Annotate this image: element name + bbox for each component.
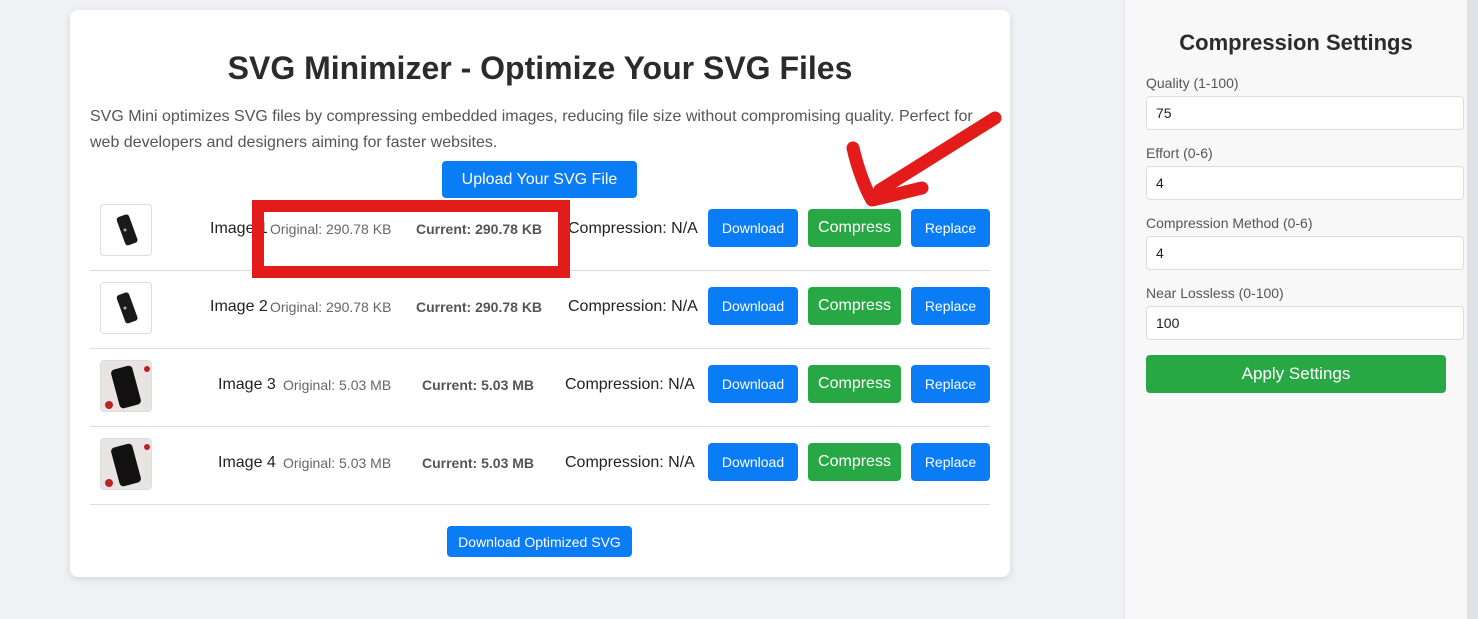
current-size: Current: 5.03 MB — [422, 377, 535, 393]
compress-button[interactable]: Compress — [808, 287, 901, 325]
setting-label: Effort (0-6) — [1146, 145, 1213, 161]
image-name: Image 3 — [218, 376, 276, 393]
image-row: Image 4 Original: 5.03 MB Current: 5.03 … — [90, 427, 990, 505]
image-row: Image 3 Original: 5.03 MB Current: 5.03 … — [90, 349, 990, 427]
setting-input[interactable] — [1146, 306, 1464, 340]
original-size: Original: 5.03 MB — [283, 377, 392, 393]
current-size: Current: 5.03 MB — [422, 455, 535, 471]
compression-status: Compression: N/A — [568, 298, 698, 315]
compression-status: Compression: N/A — [568, 220, 698, 237]
original-size: Original: 290.78 KB — [270, 299, 392, 315]
image-name: Image 2 — [210, 298, 268, 315]
phone-photo — [100, 360, 152, 412]
apply-settings-button[interactable]: Apply Settings — [1146, 355, 1446, 393]
replace-button[interactable]: Replace — [911, 443, 990, 481]
image-row: Image 1 Original: 290.78 KB Current: 290… — [90, 193, 990, 271]
setting-label: Quality (1-100) — [1146, 75, 1239, 91]
replace-button[interactable]: Replace — [911, 209, 990, 247]
compress-button[interactable]: Compress — [808, 443, 901, 481]
compression-status: Compression: N/A — [565, 454, 695, 471]
download-button[interactable]: Download — [708, 287, 798, 325]
description: SVG Mini optimizes SVG files by compress… — [90, 108, 973, 151]
original-size: Original: 290.78 KB — [270, 221, 392, 237]
settings-title: Compression Settings — [1179, 30, 1413, 55]
scrollbar[interactable] — [1467, 0, 1478, 619]
phone-photo — [100, 438, 152, 490]
phone-case-icon — [100, 282, 152, 334]
download-button[interactable]: Download — [708, 443, 798, 481]
image-name: Image 4 — [218, 454, 276, 471]
settings-sidebar: Compression Settings Quality (1-100) Eff… — [1124, 0, 1478, 619]
current-size: Current: 290.78 KB — [416, 221, 543, 237]
page-title: SVG Minimizer - Optimize Your SVG Files — [227, 50, 853, 86]
replace-button[interactable]: Replace — [911, 365, 990, 403]
main-card: SVG Minimizer - Optimize Your SVG Files … — [70, 10, 1010, 577]
replace-button[interactable]: Replace — [911, 287, 990, 325]
download-button[interactable]: Download — [708, 209, 798, 247]
download-button[interactable]: Download — [708, 365, 798, 403]
setting-input[interactable] — [1146, 96, 1464, 130]
download-optimized-svg-button[interactable]: Download Optimized SVG — [447, 526, 632, 557]
setting-label: Near Lossless (0-100) — [1146, 285, 1284, 301]
compress-button[interactable]: Compress — [808, 209, 901, 247]
image-row: Image 2 Original: 290.78 KB Current: 290… — [90, 271, 990, 349]
image-name: Image 1 — [210, 220, 268, 237]
current-size: Current: 290.78 KB — [416, 299, 543, 315]
setting-input[interactable] — [1146, 166, 1464, 200]
compression-status: Compression: N/A — [565, 376, 695, 393]
setting-input[interactable] — [1146, 236, 1464, 270]
original-size: Original: 5.03 MB — [283, 455, 392, 471]
compress-button[interactable]: Compress — [808, 365, 901, 403]
phone-case-icon — [100, 204, 152, 256]
setting-label: Compression Method (0-6) — [1146, 215, 1313, 231]
